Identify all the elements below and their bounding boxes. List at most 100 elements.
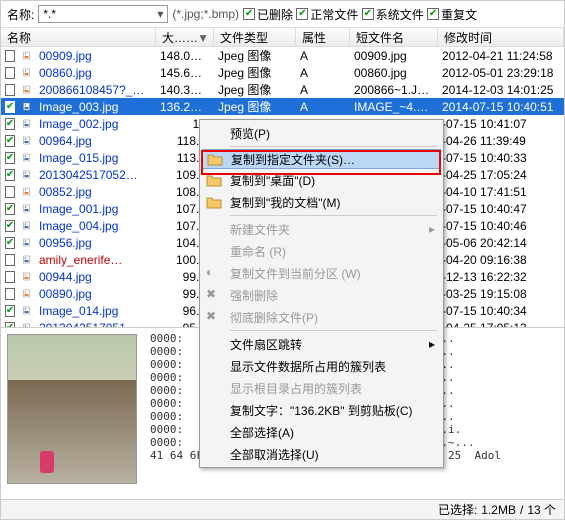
menu-item-label: 复制到"我的文档"(M) xyxy=(230,194,341,211)
file-name: amily_enerife… xyxy=(35,253,156,267)
menu-item-label: 复制到指定文件夹(S)… xyxy=(231,151,355,168)
file-icon xyxy=(19,66,35,79)
row-checkbox[interactable] xyxy=(5,152,15,164)
file-name: 00852.jpg xyxy=(35,185,156,199)
menu-item-17[interactable]: 全部取消选择(U) xyxy=(202,443,441,465)
file-shortname: IMAGE_~4.JPG xyxy=(350,100,438,114)
menu-item-label: 预览(P) xyxy=(230,125,270,142)
menu-item-label: 强制删除 xyxy=(230,287,278,304)
row-checkbox[interactable] xyxy=(5,50,15,62)
folder-icon xyxy=(207,151,223,167)
row-checkbox[interactable] xyxy=(5,322,15,328)
file-attr: A xyxy=(296,83,350,97)
file-name: Image_001.jpg xyxy=(35,202,156,216)
file-modtime: -04-25 17:05:24 xyxy=(438,168,564,182)
file-modtime: -04-20 09:16:38 xyxy=(438,253,564,267)
table-row[interactable]: 00860.jpg145.6KBJpeg 图像A00860.jpg2012-05… xyxy=(1,64,564,81)
file-name: 00956.jpg xyxy=(35,236,156,250)
menu-item-label: 复制到"桌面"(D) xyxy=(230,172,315,189)
row-checkbox[interactable] xyxy=(5,254,15,266)
file-modtime: -03-25 19:15:08 xyxy=(438,287,564,301)
menu-separator xyxy=(230,146,437,147)
col-mod[interactable]: 修改时间 xyxy=(438,28,564,46)
menu-item-label: 全部选择(A) xyxy=(230,424,294,441)
menu-item-2[interactable]: 复制到指定文件夹(S)… xyxy=(202,149,441,169)
menu-item-13[interactable]: 显示文件数据所占用的簇列表 xyxy=(202,355,441,377)
menu-item-6: 新建文件夹▸ xyxy=(202,218,441,240)
filter-check-0[interactable]: 已删除 xyxy=(243,6,293,23)
submenu-arrow-icon: ▸ xyxy=(429,222,435,236)
folder-icon xyxy=(206,172,222,188)
row-checkbox[interactable] xyxy=(5,135,15,147)
menu-separator xyxy=(230,215,437,216)
menu-item-15[interactable]: 复制文字："136.2KB" 到剪贴板(C) xyxy=(202,399,441,421)
file-modtime: 2014-07-15 10:40:51 xyxy=(438,100,564,114)
column-headers: 名称 大……▼ 文件类型 属性 短文件名 修改时间 xyxy=(1,27,564,47)
status-bar: 已选择: 1.2MB / 13 个 xyxy=(1,499,564,519)
row-checkbox[interactable] xyxy=(5,271,15,283)
row-checkbox[interactable] xyxy=(5,169,15,181)
row-checkbox[interactable] xyxy=(5,237,15,249)
menu-item-label: 彻底删除文件(P) xyxy=(230,309,318,326)
col-size[interactable]: 大……▼ xyxy=(156,28,214,46)
disk-icon: ◐ xyxy=(206,265,222,281)
file-modtime: -04-26 11:39:49 xyxy=(438,134,564,148)
row-checkbox[interactable] xyxy=(5,186,15,198)
file-attr: A xyxy=(296,100,350,114)
table-row[interactable]: 200866108457?_…140.3KBJpeg 图像A200866~1.J… xyxy=(1,81,564,98)
col-name[interactable]: 名称 xyxy=(1,28,156,46)
file-modtime: -05-06 20:42:14 xyxy=(438,236,564,250)
sort-desc-icon: ▼ xyxy=(197,31,209,45)
menu-item-9: ✖ 强制删除 xyxy=(202,284,441,306)
filter-check-2[interactable]: 系统文件 xyxy=(362,6,424,23)
row-checkbox[interactable] xyxy=(5,84,15,96)
filter-combobox[interactable]: *.* ▾ xyxy=(38,5,168,23)
row-checkbox[interactable] xyxy=(5,101,15,113)
file-type: Jpeg 图像 xyxy=(214,81,296,98)
file-icon xyxy=(19,134,35,147)
file-icon xyxy=(19,236,35,249)
col-short[interactable]: 短文件名 xyxy=(350,28,438,46)
file-modtime: -07-15 10:40:47 xyxy=(438,202,564,216)
file-modtime: 2012-05-01 23:29:18 xyxy=(438,66,564,80)
file-attr: A xyxy=(296,66,350,80)
file-icon xyxy=(19,151,35,164)
col-attr[interactable]: 属性 xyxy=(296,28,350,46)
file-name: Image_002.jpg xyxy=(35,117,156,131)
menu-item-0[interactable]: 预览(P) xyxy=(202,122,441,144)
file-shortname: 00909.jpg xyxy=(350,49,438,63)
checkbox-icon xyxy=(362,8,374,20)
row-checkbox[interactable] xyxy=(5,288,15,300)
file-name: 200866108457?_… xyxy=(35,83,156,97)
file-name: Image_004.jpg xyxy=(35,219,156,233)
row-checkbox[interactable] xyxy=(5,305,15,317)
status-sep: / xyxy=(520,503,523,517)
folder-icon xyxy=(206,194,222,210)
file-modtime: -07-15 10:40:34 xyxy=(438,304,564,318)
row-checkbox[interactable] xyxy=(5,220,15,232)
menu-item-16[interactable]: 全部选择(A) xyxy=(202,421,441,443)
delete-icon: ✖ xyxy=(206,287,222,303)
col-type[interactable]: 文件类型 xyxy=(214,28,296,46)
file-modtime: -04-25 17:05:13 xyxy=(438,321,564,328)
file-name: Image_014.jpg xyxy=(35,304,156,318)
file-type: Jpeg 图像 xyxy=(214,47,296,64)
file-size: 140.3KB xyxy=(156,83,214,97)
thumbnail-image xyxy=(7,334,137,484)
menu-item-12[interactable]: 文件扇区跳转▸ xyxy=(202,333,441,355)
file-shortname: 00860.jpg xyxy=(350,66,438,80)
row-checkbox[interactable] xyxy=(5,67,15,79)
row-checkbox[interactable] xyxy=(5,203,15,215)
submenu-arrow-icon: ▸ xyxy=(429,337,435,351)
filter-check-3[interactable]: 重复文 xyxy=(427,6,477,23)
context-menu[interactable]: 预览(P) 复制到指定文件夹(S)… 复制到"桌面"(D) 复制到"我的文档"(M) 新… xyxy=(199,119,444,468)
file-icon xyxy=(19,219,35,232)
menu-item-4[interactable]: 复制到"我的文档"(M) xyxy=(202,191,441,213)
menu-item-3[interactable]: 复制到"桌面"(D) xyxy=(202,169,441,191)
table-row[interactable]: Image_003.jpg136.2KBJpeg 图像AIMAGE_~4.JPG… xyxy=(1,98,564,115)
row-checkbox[interactable] xyxy=(5,118,15,130)
table-row[interactable]: 00909.jpg148.0KBJpeg 图像A00909.jpg2012-04… xyxy=(1,47,564,64)
file-modtime: -07-15 10:40:46 xyxy=(438,219,564,233)
filter-check-1[interactable]: 正常文件 xyxy=(296,6,358,23)
checkbox-label: 已删除 xyxy=(257,6,293,23)
